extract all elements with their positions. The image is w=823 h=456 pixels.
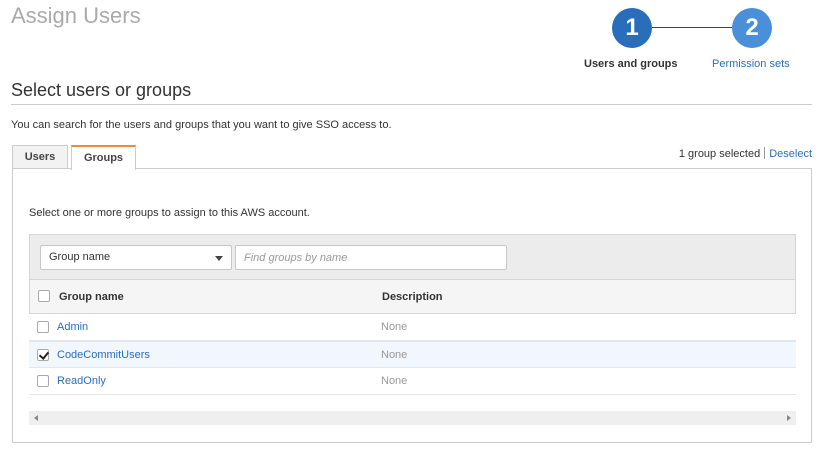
row-checkbox[interactable] <box>37 321 49 333</box>
group-description: None <box>381 321 408 333</box>
column-header-group-name[interactable]: Group name <box>59 291 124 303</box>
table-row[interactable]: ReadOnly None <box>29 368 796 395</box>
groups-table: Group name Description Admin None CodeCo… <box>29 280 796 395</box>
group-name-link[interactable]: ReadOnly <box>57 375 106 387</box>
horizontal-scrollbar[interactable] <box>29 411 796 425</box>
row-checkbox[interactable] <box>37 349 49 361</box>
selection-count: 1 group selected <box>678 148 761 160</box>
column-header-description[interactable]: Description <box>382 291 443 303</box>
filter-attribute-select[interactable]: Group name <box>40 245 232 270</box>
panel-description: Select one or more groups to assign to t… <box>29 207 310 219</box>
deselect-link[interactable]: Deselect <box>769 148 812 160</box>
row-checkbox[interactable] <box>37 375 49 387</box>
step-1-label: Users and groups <box>584 58 678 70</box>
arrow-left-icon[interactable] <box>34 415 38 421</box>
step-connector <box>652 27 732 28</box>
groups-panel: Select one or more groups to assign to t… <box>12 168 812 443</box>
tab-groups[interactable]: Groups <box>71 145 136 170</box>
step-2-label[interactable]: Permission sets <box>712 58 790 70</box>
page-title: Assign Users <box>11 3 141 28</box>
search-input[interactable] <box>235 245 507 270</box>
filter-attribute-value: Group name <box>49 251 111 263</box>
group-description: None <box>381 349 408 361</box>
table-row[interactable]: CodeCommitUsers None <box>29 341 796 368</box>
wizard-stepper: 1 2 Users and groups Permission sets <box>580 7 820 77</box>
selection-status: 1 group selected Deselect <box>679 147 812 160</box>
divider <box>764 147 766 159</box>
section-title: Select users or groups <box>11 80 192 100</box>
chevron-down-icon <box>215 256 223 261</box>
section-divider <box>11 104 812 105</box>
filter-bar: Group name <box>29 234 796 280</box>
group-description: None <box>381 375 408 387</box>
table-row[interactable]: Admin None <box>29 314 796 341</box>
select-all-checkbox[interactable] <box>38 290 50 302</box>
group-name-link[interactable]: Admin <box>57 321 88 333</box>
step-2-indicator[interactable]: 2 <box>732 8 772 48</box>
table-header: Group name Description <box>29 280 796 314</box>
step-1-indicator: 1 <box>612 8 652 48</box>
intro-text: You can search for the users and groups … <box>11 119 392 131</box>
arrow-right-icon[interactable] <box>787 415 791 421</box>
tab-users[interactable]: Users <box>12 145 68 169</box>
group-name-link[interactable]: CodeCommitUsers <box>57 349 150 361</box>
